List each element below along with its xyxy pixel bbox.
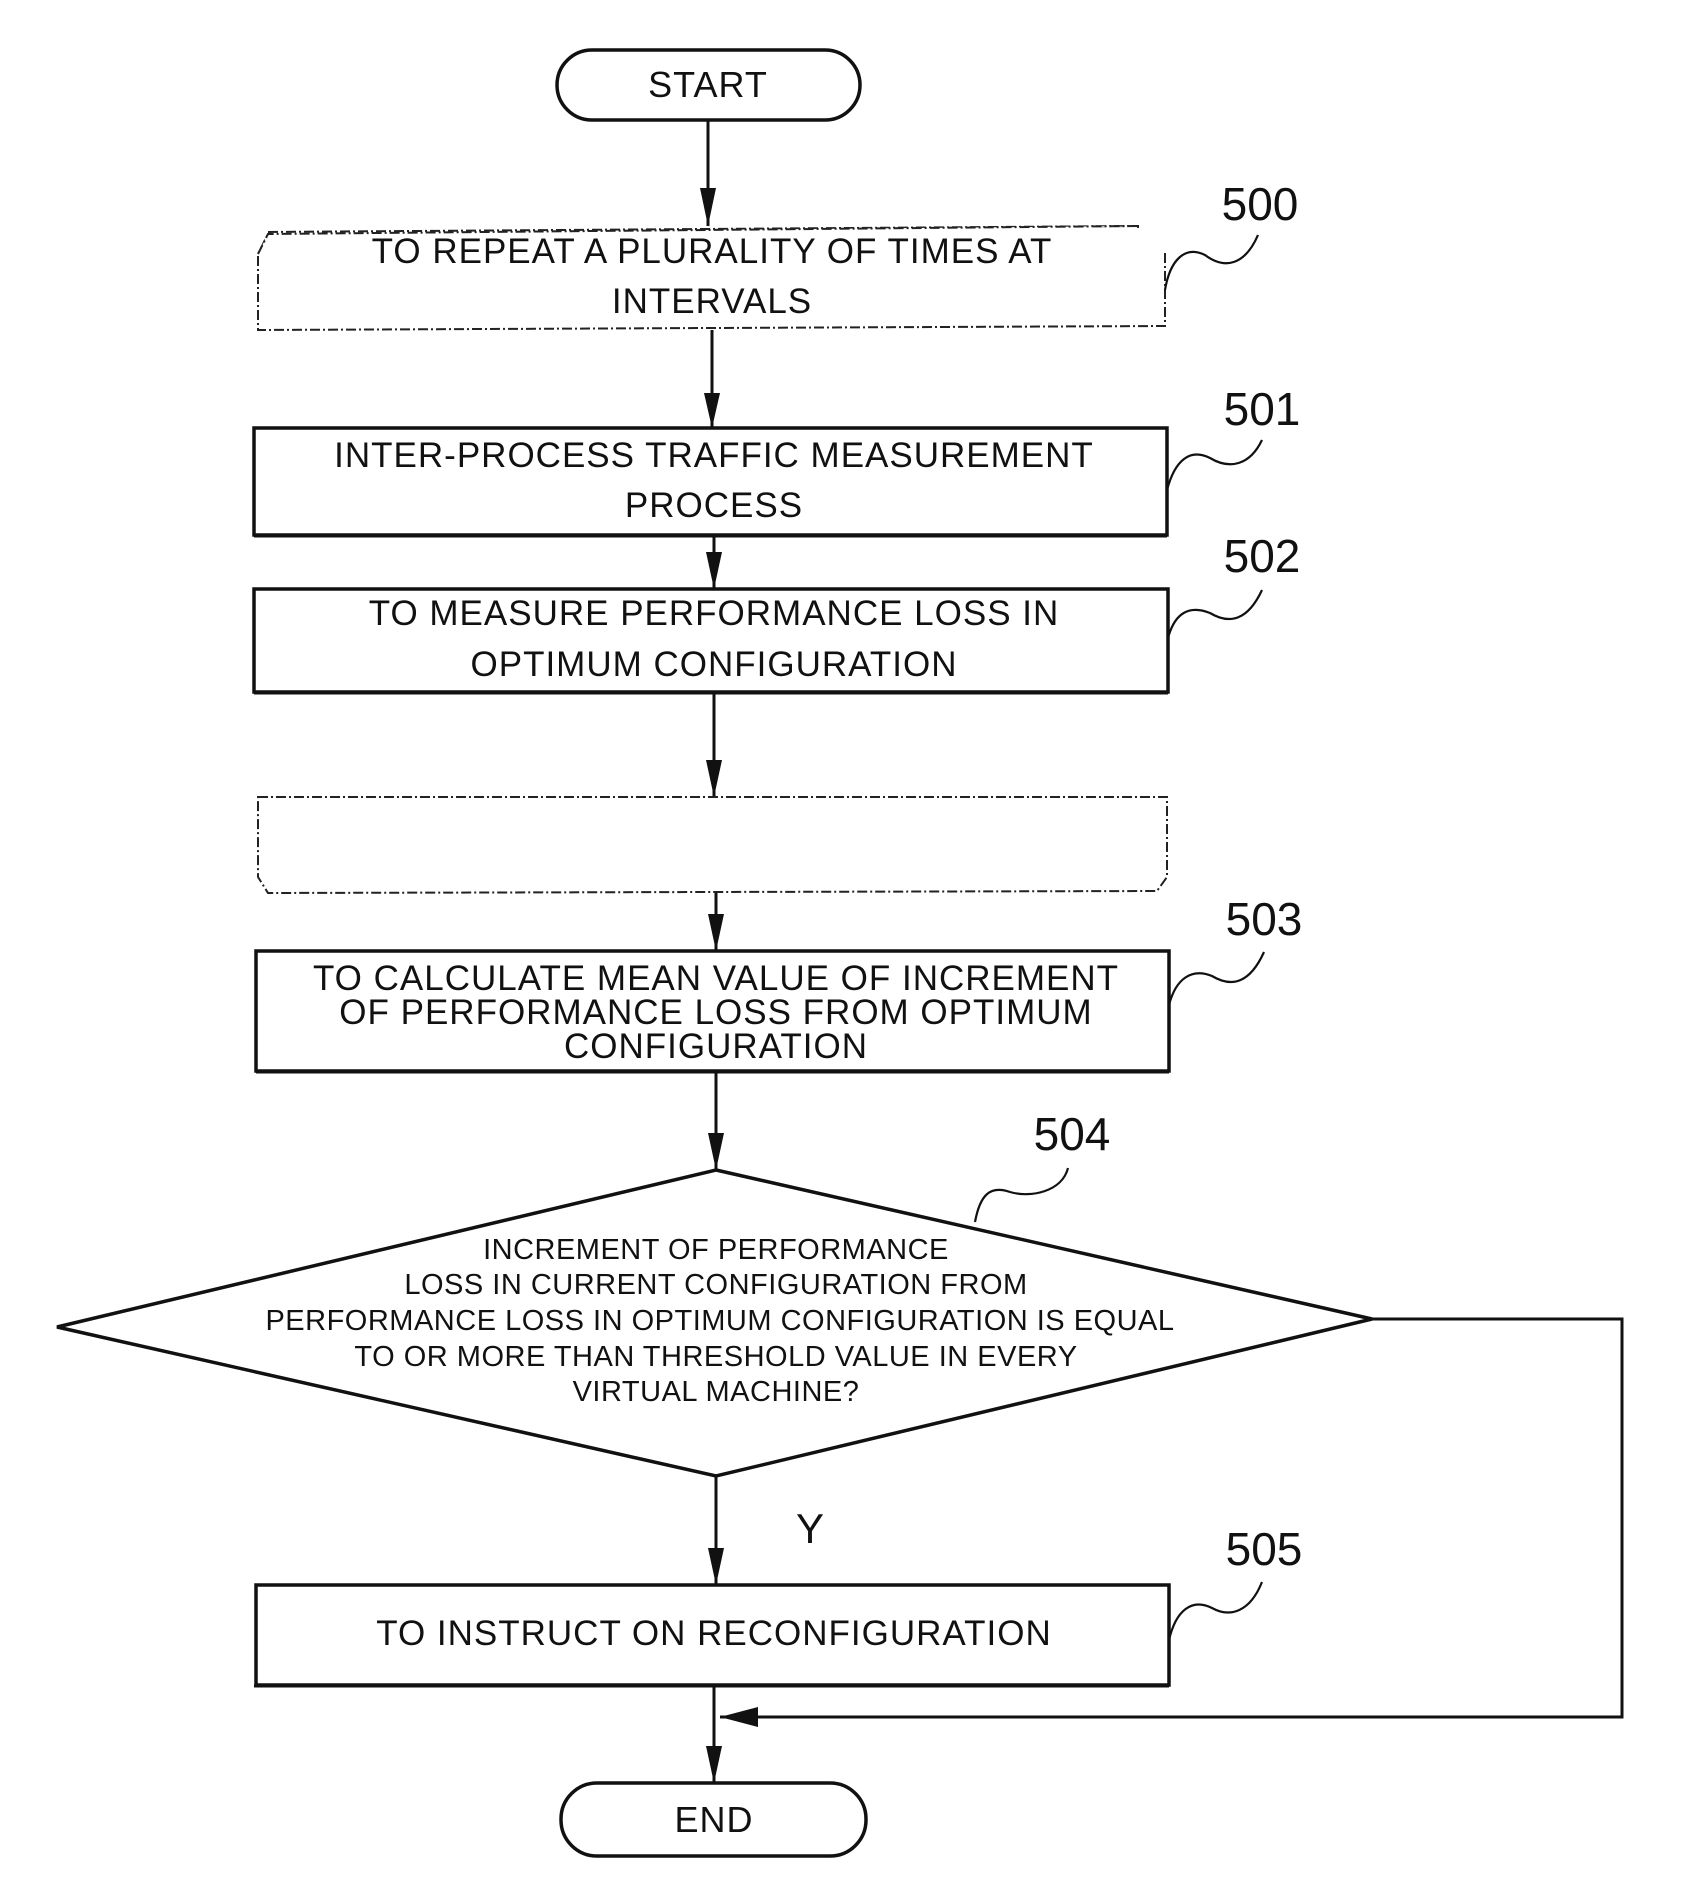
arrowhead-icon: [708, 1133, 724, 1170]
connector-504-yes-to-505: Y: [708, 1476, 824, 1585]
decision-504: INCREMENT OF PERFORMANCE LOSS IN CURRENT…: [56, 1168, 1373, 1478]
step-501-label-line-1: INTER-PROCESS TRAFFIC MEASUREMENT: [334, 436, 1094, 475]
ref-503: 503: [1167, 893, 1303, 1006]
process-step-505: TO INSTRUCT ON RECONFIGURATION: [254, 1583, 1171, 1688]
arrowhead-icon: [708, 914, 724, 951]
loop-end: [257, 796, 1168, 895]
arrowhead-icon: [706, 552, 722, 589]
arrowhead-icon: [706, 1746, 722, 1783]
process-step-502: TO MEASURE PERFORMANCE LOSS IN OPTIMUM C…: [252, 587, 1170, 695]
ref-number-502: 502: [1224, 530, 1301, 582]
step-503-label-line-3: CONFIGURATION: [564, 1027, 868, 1066]
arrowhead-icon: [708, 1548, 724, 1585]
connector-loop-to-501: [704, 330, 720, 428]
end-label: END: [674, 1799, 753, 1840]
ref-number-500: 500: [1222, 178, 1299, 230]
connector-loop-end-to-503: [708, 893, 724, 951]
decision-label-line-2: LOSS IN CURRENT CONFIGURATION FROM: [404, 1269, 1027, 1301]
process-step-503: TO CALCULATE MEAN VALUE OF INCREMENT OF …: [254, 949, 1171, 1074]
step-502-label-line-1: TO MEASURE PERFORMANCE LOSS IN: [369, 594, 1060, 633]
ref-505: 505: [1167, 1523, 1303, 1641]
step-501-label-line-2: PROCESS: [625, 486, 803, 525]
ref-502: 502: [1166, 530, 1301, 639]
arrowhead-icon: [704, 393, 720, 428]
start-label: START: [648, 64, 768, 105]
ref-501: 501: [1165, 383, 1301, 491]
ref-504: 504: [973, 1108, 1111, 1223]
step-505-label: TO INSTRUCT ON RECONFIGURATION: [376, 1614, 1052, 1653]
loop-start-label-line-1: TO REPEAT A PLURALITY OF TIMES AT: [372, 232, 1053, 271]
step-502-label-line-2: OPTIMUM CONFIGURATION: [471, 645, 958, 684]
flowchart: START TO REPEAT A PLURALITY OF TIMES AT …: [56, 48, 1624, 1858]
ref-500: 500: [1163, 178, 1299, 291]
end-terminal: END: [559, 1781, 868, 1858]
connector-502-to-loop-end: [706, 693, 722, 797]
decision-label-line-4: TO OR MORE THAN THRESHOLD VALUE IN EVERY: [354, 1341, 1077, 1373]
ref-number-503: 503: [1226, 893, 1303, 945]
connector-501-to-502: [706, 537, 722, 589]
process-step-501: INTER-PROCESS TRAFFIC MEASUREMENT PROCES…: [252, 426, 1169, 538]
decision-label-line-1: INCREMENT OF PERFORMANCE: [483, 1234, 949, 1266]
connector-505-to-end: [706, 1686, 722, 1783]
decision-label-line-3: PERFORMANCE LOSS IN OPTIMUM CONFIGURATIO…: [265, 1305, 1174, 1337]
ref-number-505: 505: [1226, 1523, 1303, 1575]
yes-branch-label: Y: [796, 1505, 824, 1552]
start-terminal: START: [555, 48, 862, 122]
ref-number-504: 504: [1034, 1108, 1111, 1160]
arrowhead-left-icon: [720, 1707, 758, 1727]
loop-start-500: TO REPEAT A PLURALITY OF TIMES AT INTERV…: [257, 224, 1166, 332]
decision-label-line-5: VIRTUAL MACHINE?: [573, 1376, 860, 1408]
arrowhead-icon: [706, 760, 722, 797]
arrowhead-icon: [700, 188, 716, 226]
connector-503-to-504: [708, 1072, 724, 1170]
ref-number-501: 501: [1224, 383, 1301, 435]
loop-start-label-line-2: INTERVALS: [612, 282, 812, 321]
connector-start-to-loop: [700, 120, 716, 226]
